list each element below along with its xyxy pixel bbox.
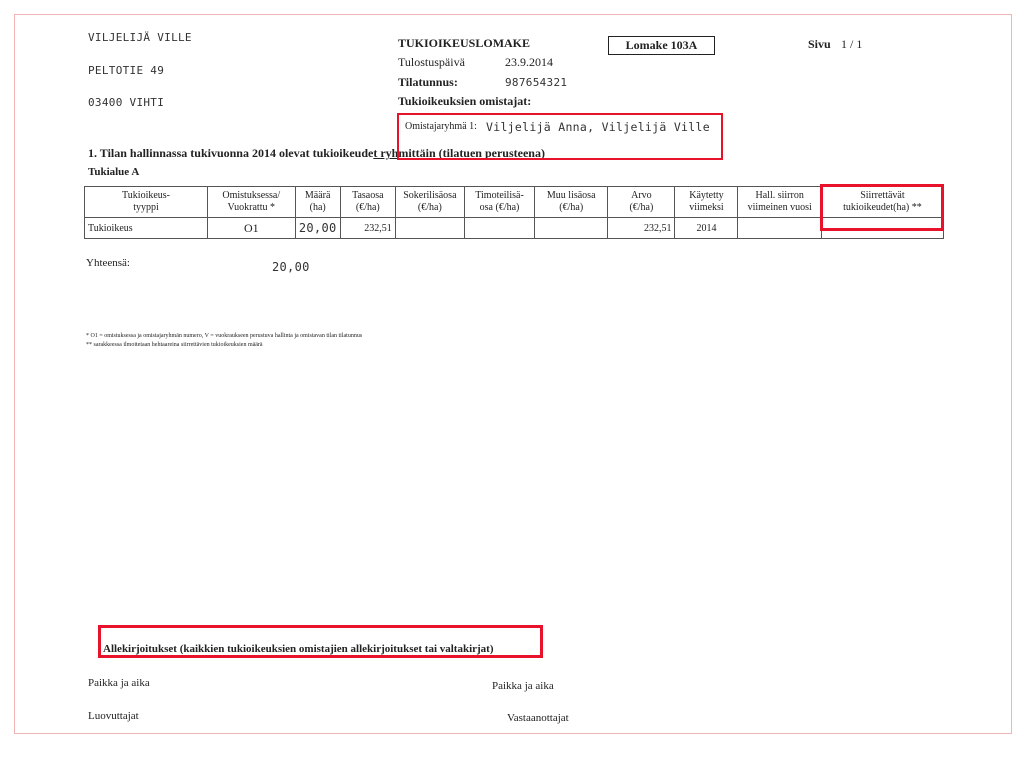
cell-ownership: O1 bbox=[207, 217, 296, 239]
footnote-1: * O1 = omistuksessa ja omistajaryhmän nu… bbox=[86, 333, 363, 339]
owners-label: Tukioikeuksien omistajat: bbox=[398, 94, 532, 108]
cell-type: Tukioikeus bbox=[83, 217, 209, 239]
place-time-left: Paikka ja aika bbox=[88, 677, 150, 689]
page-label: Sivu bbox=[808, 37, 831, 51]
table-row: Tukioikeus O1 20,00 232,51 232,51 2014 bbox=[83, 217, 945, 239]
cell-value: 232,51 bbox=[607, 217, 676, 239]
form-title: TUKIOIKEUSLOMAKE bbox=[398, 36, 531, 50]
cell-amount: 20,00 bbox=[294, 217, 341, 239]
table-header-row: Tukioikeus- tyyppi Omistuksessa/ Vuokrat… bbox=[83, 186, 945, 218]
form-code: Lomake 103A bbox=[608, 36, 715, 55]
total-amount: 20,00 bbox=[272, 260, 310, 274]
footnote-2: ** sarakkeessa ilmoitetaan hehtaareina s… bbox=[86, 342, 263, 348]
col-header-amount: Määrä (ha) bbox=[294, 186, 341, 218]
sender-postal: 03400 VIHTI bbox=[88, 96, 165, 109]
col-header-last-used: Käytetty viimeksi bbox=[674, 186, 739, 218]
col-header-other: Muu lisäosa (€/ha) bbox=[534, 186, 609, 218]
sender-name: VILJELIJÄ VILLE bbox=[88, 31, 192, 44]
col-header-ownership: Omistuksessa/ Vuokrattu * bbox=[207, 186, 296, 218]
givers-label: Luovuttajat bbox=[88, 710, 139, 722]
farm-id: 987654321 bbox=[505, 76, 568, 89]
farm-id-label: Tilatunnus: bbox=[398, 75, 458, 89]
cell-other bbox=[534, 217, 609, 239]
page-value: 1 / 1 bbox=[841, 37, 863, 51]
cell-transfer-year bbox=[737, 217, 822, 239]
col-header-transfer-year: Hall. siirron viimeinen vuosi bbox=[737, 186, 822, 218]
sender-street: PELTOTIE 49 bbox=[88, 64, 165, 77]
cell-last-used: 2014 bbox=[674, 217, 739, 239]
section1-area: Tukialue A bbox=[88, 166, 140, 178]
total-label: Yhteensä: bbox=[86, 257, 130, 269]
print-date: 23.9.2014 bbox=[505, 55, 553, 69]
place-time-right: Paikka ja aika bbox=[492, 680, 554, 692]
col-header-timothy: Timoteilisä- osa (€/ha) bbox=[463, 186, 536, 218]
entitlements-table: Tukioikeus- tyyppi Omistuksessa/ Vuokrat… bbox=[83, 186, 945, 239]
col-header-value: Arvo (€/ha) bbox=[607, 186, 676, 218]
receivers-label: Vastaanottajat bbox=[507, 712, 569, 724]
col-header-flat: Tasaosa (€/ha) bbox=[339, 186, 396, 218]
cell-sugar bbox=[394, 217, 465, 239]
highlight-signatures-title bbox=[98, 625, 543, 658]
highlight-transferable-column bbox=[820, 184, 944, 231]
cell-timothy bbox=[463, 217, 536, 239]
col-header-sugar: Sokerilisäosa (€/ha) bbox=[394, 186, 465, 218]
col-header-type: Tukioikeus- tyyppi bbox=[83, 186, 209, 218]
print-date-label: Tulostuspäivä bbox=[398, 55, 465, 69]
cell-flat: 232,51 bbox=[339, 217, 396, 239]
highlight-owner-group bbox=[397, 113, 723, 160]
